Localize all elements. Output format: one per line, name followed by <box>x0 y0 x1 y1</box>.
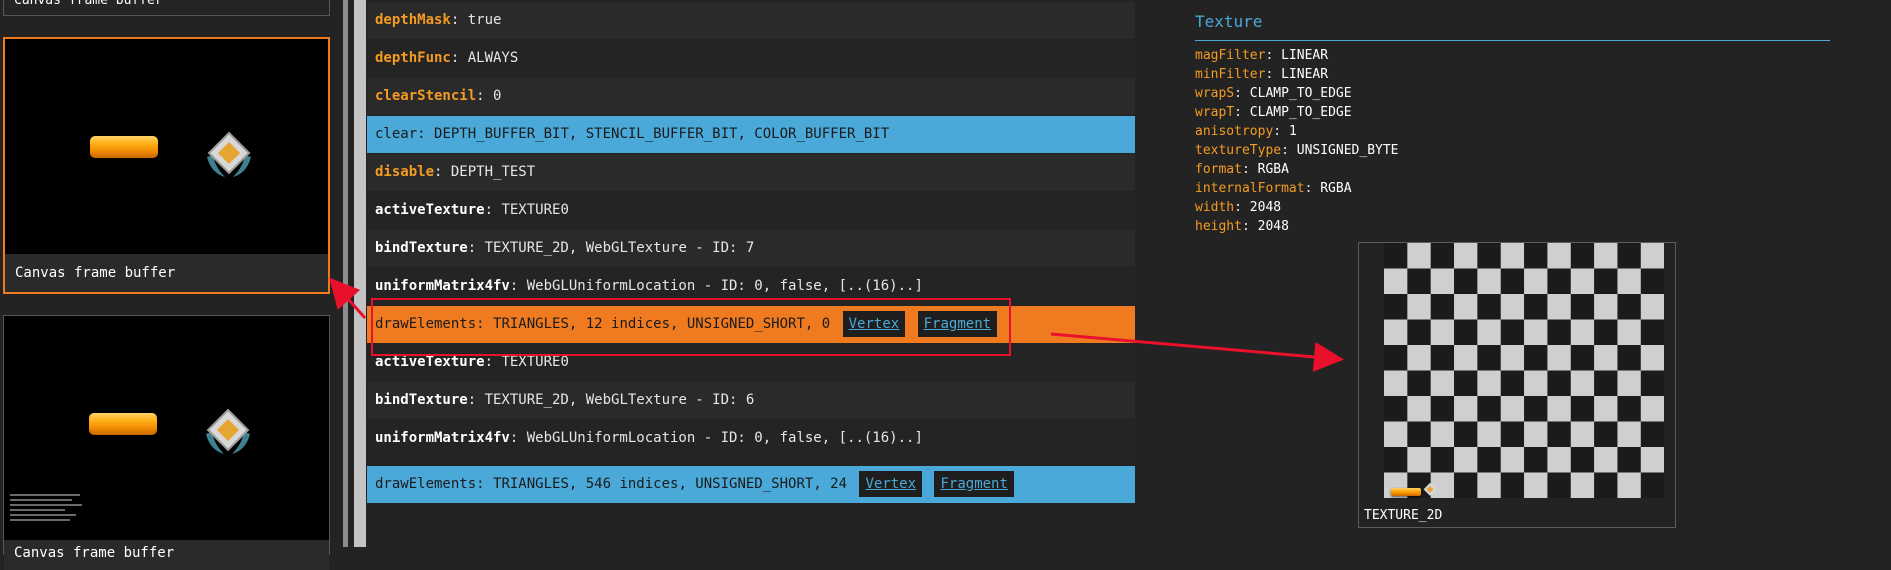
texture-sprite-badge-icon <box>1423 482 1437 496</box>
command-row[interactable]: bindTexture: TEXTURE_2D, WebGLTexture - … <box>367 230 1135 267</box>
prop-key: internalFormat <box>1195 181 1305 196</box>
texture-divider <box>1195 40 1830 41</box>
command-function: drawElements <box>375 476 477 492</box>
command-args: TRIANGLES, 12 indices, UNSIGNED_SHORT, 0 <box>493 316 831 332</box>
texture-prop: magFilter: LINEAR <box>1195 48 1329 63</box>
prop-key: wrapT <box>1195 105 1235 120</box>
command-args: ALWAYS <box>467 50 519 66</box>
panel-divider <box>343 0 348 547</box>
frame-thumbnail-selected[interactable]: Canvas frame buffer <box>3 37 330 294</box>
command-args: TEXTURE_2D, WebGLTexture - ID: 6 <box>484 392 755 408</box>
vertex-shader-link[interactable]: Vertex <box>842 311 906 337</box>
prop-value: LINEAR <box>1281 48 1329 63</box>
command-function: depthMask <box>375 12 451 28</box>
prop-key: wrapS <box>1195 86 1235 101</box>
command-row[interactable]: uniformMatrix4fv: WebGLUniformLocation -… <box>367 420 1135 457</box>
prop-value: 1 <box>1288 124 1297 139</box>
command-args: TEXTURE0 <box>501 354 569 370</box>
capture-list: Canvas frame buffer Canvas frame buffer … <box>0 0 352 570</box>
prop-key: width <box>1195 200 1235 215</box>
texture-preview[interactable]: TEXTURE_2D <box>1358 242 1676 528</box>
command-function: clearStencil <box>375 88 477 104</box>
prop-value: RGBA <box>1320 181 1352 196</box>
texture-sprite-bar <box>1391 488 1421 496</box>
frame-label: Canvas frame buffer <box>5 254 328 292</box>
command-function: depthFunc <box>375 50 451 66</box>
vertex-shader-link[interactable]: Vertex <box>859 471 923 497</box>
texture-prop: minFilter: LINEAR <box>1195 67 1329 82</box>
frame-thumbnail-next[interactable]: Canvas frame buffer <box>3 315 330 570</box>
command-row-drawelements-selected[interactable]: drawElements: TRIANGLES, 12 indices, UNS… <box>367 306 1135 343</box>
prop-key: height <box>1195 219 1242 234</box>
diamond-badge-icon <box>207 131 251 177</box>
command-args: WebGLUniformLocation - ID: 0, false, [..… <box>526 430 923 446</box>
command-function: drawElements <box>375 316 477 332</box>
command-args: TEXTURE_2D, WebGLTexture - ID: 7 <box>484 240 755 256</box>
command-function: disable <box>375 164 435 180</box>
command-args: DEPTH_BUFFER_BIT, STENCIL_BUFFER_BIT, CO… <box>434 126 890 142</box>
command-args: WebGLUniformLocation - ID: 0, false, [..… <box>526 278 923 294</box>
command-row[interactable]: clearStencil: 0 <box>367 78 1135 115</box>
texture-prop: format: RGBA <box>1195 162 1289 177</box>
command-row[interactable]: depthMask: true <box>367 2 1135 39</box>
command-args: TRIANGLES, 546 indices, UNSIGNED_SHORT, … <box>493 476 848 492</box>
command-function: activeTexture <box>375 354 485 370</box>
command-args: TEXTURE0 <box>501 202 569 218</box>
texture-caption: TEXTURE_2D <box>1364 508 1443 523</box>
prop-key: magFilter <box>1195 48 1266 63</box>
prop-value: RGBA <box>1257 162 1289 177</box>
fragment-shader-link[interactable]: Fragment <box>917 311 998 337</box>
texture-prop: height: 2048 <box>1195 219 1289 234</box>
command-row[interactable]: disable: DEPTH_TEST <box>367 154 1135 191</box>
orange-bar-sprite <box>90 136 158 158</box>
frame-thumbnail-previous[interactable]: Canvas frame buffer <box>3 0 330 16</box>
prop-key: textureType <box>1195 143 1282 158</box>
frame-label: Canvas frame buffer <box>4 540 329 570</box>
command-row[interactable]: uniformMatrix4fv: WebGLUniformLocation -… <box>367 268 1135 305</box>
command-args: 0 <box>493 88 502 104</box>
command-function: clear <box>375 126 418 142</box>
texture-prop: wrapS: CLAMP_TO_EDGE <box>1195 86 1352 101</box>
diamond-badge-icon <box>206 408 250 454</box>
prop-key: anisotropy <box>1195 124 1274 139</box>
command-function: activeTexture <box>375 202 485 218</box>
texture-prop: width: 2048 <box>1195 200 1282 215</box>
texture-prop: internalFormat: RGBA <box>1195 181 1352 196</box>
command-args: DEPTH_TEST <box>450 164 536 180</box>
command-args: true <box>467 12 502 28</box>
command-row[interactable]: bindTexture: TEXTURE_2D, WebGLTexture - … <box>367 382 1135 419</box>
prop-value: CLAMP_TO_EDGE <box>1249 86 1352 101</box>
texture-properties: magFilter: LINEAR minFilter: LINEAR wrap… <box>1195 46 1399 236</box>
prop-key: format <box>1195 162 1242 177</box>
command-function: bindTexture <box>375 240 468 256</box>
prop-value: LINEAR <box>1281 67 1329 82</box>
prop-value: 2048 <box>1249 200 1282 215</box>
texture-prop: textureType: UNSIGNED_BYTE <box>1195 143 1399 158</box>
command-row[interactable]: depthFunc: ALWAYS <box>367 40 1135 77</box>
stats-overlay <box>10 494 90 524</box>
checkerboard-texture <box>1384 243 1664 498</box>
orange-bar-sprite <box>89 413 157 435</box>
command-row-clear[interactable]: clear: DEPTH_BUFFER_BIT, STENCIL_BUFFER_… <box>367 116 1135 153</box>
frame-label: Canvas frame buffer <box>14 0 163 8</box>
command-row[interactable]: activeTexture: TEXTURE0 <box>367 344 1135 381</box>
command-row-drawelements[interactable]: drawElements: TRIANGLES, 546 indices, UN… <box>367 466 1135 503</box>
prop-value: CLAMP_TO_EDGE <box>1249 105 1352 120</box>
fragment-shader-link[interactable]: Fragment <box>934 471 1014 497</box>
prop-value: UNSIGNED_BYTE <box>1296 143 1399 158</box>
panel-splitter[interactable] <box>354 0 366 547</box>
prop-key: minFilter <box>1195 67 1266 82</box>
command-function: uniformMatrix4fv <box>375 278 510 294</box>
texture-title: Texture <box>1195 12 1263 31</box>
texture-prop: wrapT: CLAMP_TO_EDGE <box>1195 105 1352 120</box>
texture-prop: anisotropy: 1 <box>1195 124 1297 139</box>
command-function: uniformMatrix4fv <box>375 430 510 446</box>
command-row[interactable]: activeTexture: TEXTURE0 <box>367 192 1135 229</box>
command-function: bindTexture <box>375 392 468 408</box>
texture-panel: Texture magFilter: LINEAR minFilter: LIN… <box>1195 0 1835 547</box>
prop-value: 2048 <box>1257 219 1289 234</box>
